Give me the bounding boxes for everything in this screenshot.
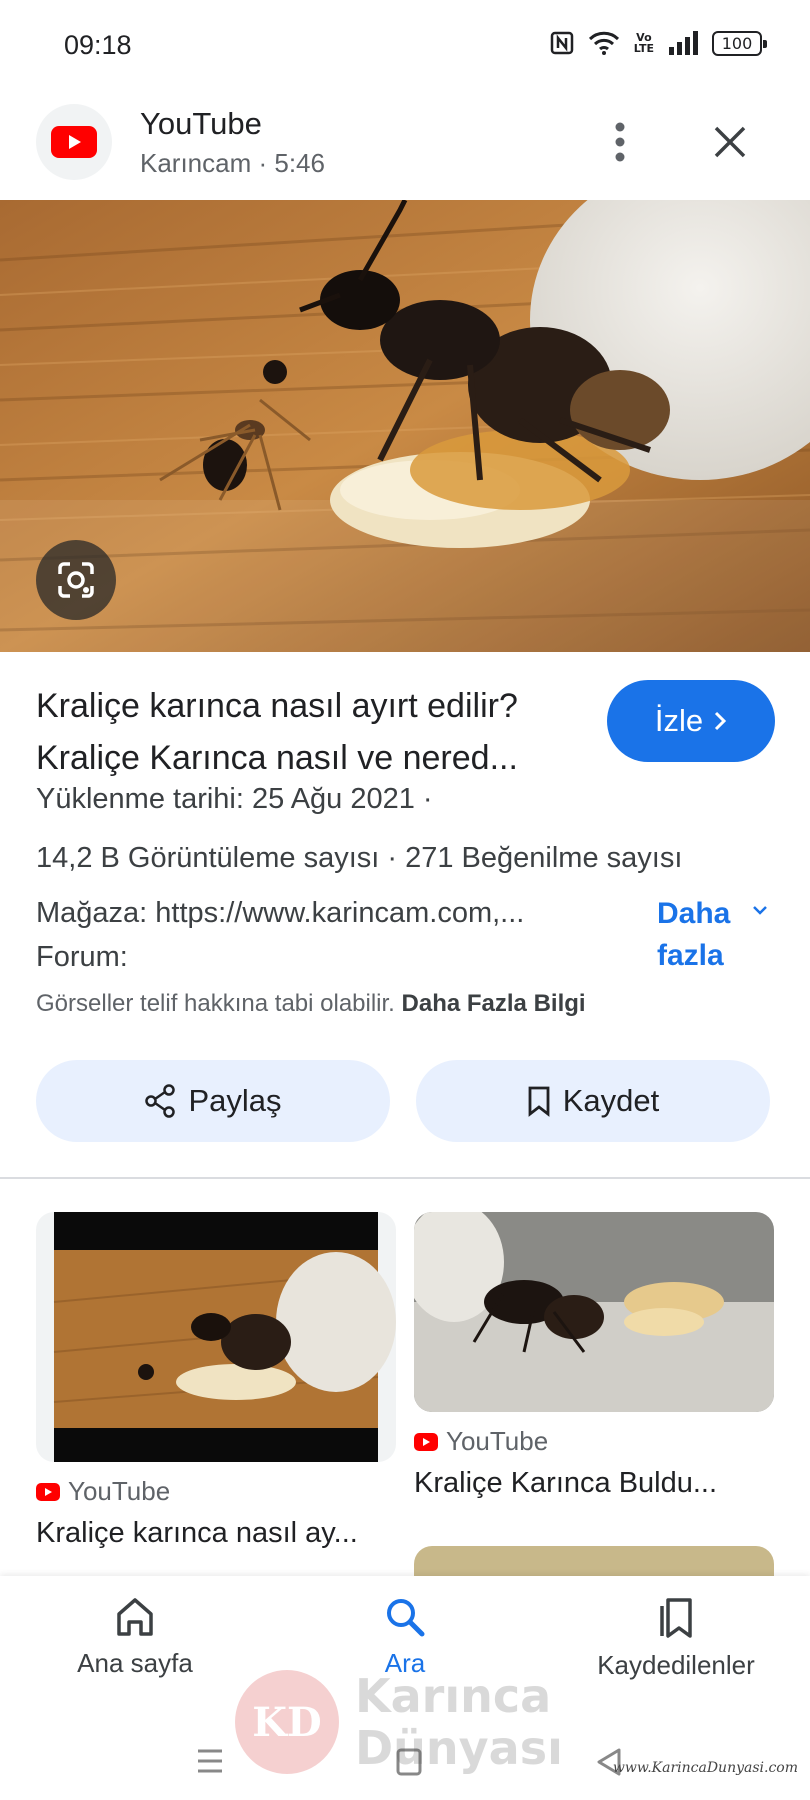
home-icon [117, 1598, 153, 1636]
chevron-down-icon[interactable] [752, 905, 768, 917]
preview-image[interactable] [0, 200, 810, 652]
show-more-button[interactable]: Daha fazla [657, 893, 747, 977]
share-label: Paylaş [188, 1083, 282, 1118]
more-vert-icon [615, 122, 625, 162]
related-source: YouTube [36, 1476, 396, 1507]
nfc-icon [550, 31, 574, 55]
close-button[interactable] [706, 118, 754, 166]
status-icons: Vo LTE 100 [550, 30, 767, 56]
nav-saved-label: Kaydedilenler [597, 1650, 755, 1680]
recents-icon[interactable] [196, 1748, 224, 1774]
share-icon [145, 1084, 176, 1118]
youtube-icon [414, 1432, 438, 1451]
copyright-notice: Görseller telif hakkına tabi olabilir. D… [36, 990, 586, 1018]
related-thumbnail[interactable] [36, 1212, 396, 1462]
chevron-right-icon [715, 711, 727, 731]
volte-icon: Vo LTE [634, 32, 654, 54]
watch-button[interactable]: İzle [607, 680, 775, 762]
battery-icon: 100 [712, 30, 767, 56]
learn-more-link[interactable]: Daha Fazla Bilgi [402, 990, 586, 1017]
more-options-button[interactable] [600, 112, 640, 172]
nav-search[interactable]: Ara [370, 1596, 440, 1679]
nav-home[interactable]: Ana sayfa [72, 1596, 198, 1679]
views-likes: 14,2 B Görüntüleme sayısı · 271 Beğenilm… [36, 842, 683, 874]
search-icon [387, 1599, 425, 1637]
store-link-text: Mağaza: https://www.karincam.com,... [36, 897, 525, 929]
result-header: YouTube Karıncam · 5:46 [0, 100, 810, 200]
video-title-line1: Kraliçe karınca nasıl ayırt edilir? [36, 687, 518, 725]
status-bar: 09:18 Vo LTE 100 [0, 0, 810, 92]
ant-thumbnail [53, 1212, 396, 1462]
signal-icon [669, 31, 698, 55]
upload-date: Yüklenme tarihi: 25 Ağu 2021 · [36, 783, 433, 815]
lens-icon [58, 562, 94, 598]
related-thumbnail[interactable] [414, 1212, 774, 1412]
share-button[interactable]: Paylaş [36, 1060, 390, 1142]
save-label: Kaydet [562, 1083, 660, 1118]
channel-duration: Karıncam · 5:46 [140, 148, 325, 178]
volte-line2: LTE [633, 42, 654, 55]
related-source-name: YouTube [68, 1476, 171, 1506]
related-title[interactable]: Kraliçe Karınca Buldu... [414, 1467, 774, 1500]
nav-saved[interactable]: Kaydedilenler [586, 1596, 766, 1681]
ant-photo [0, 200, 810, 652]
video-title[interactable]: Kraliçe karınca nasıl ayırt edilir? Kral… [36, 680, 576, 784]
youtube-icon [36, 1482, 60, 1501]
copyright-text: Görseller telif hakkına tabi olabilir. [36, 990, 395, 1017]
watermark-url: www.KarincaDunyasi.com [612, 1760, 798, 1776]
forum-text: Forum: [36, 941, 128, 973]
watch-label: İzle [654, 703, 704, 738]
youtube-logo [36, 104, 112, 180]
related-result[interactable]: YouTube Kraliçe karınca nasıl ay... [36, 1212, 396, 1550]
close-icon [714, 126, 746, 158]
section-divider [0, 1177, 810, 1179]
wifi-icon [588, 31, 619, 55]
home-button-icon[interactable] [396, 1748, 422, 1776]
video-title-line2: Kraliçe Karınca nasıl ve nered... [36, 739, 518, 777]
related-title[interactable]: Kraliçe karınca nasıl ay... [36, 1517, 396, 1550]
related-result[interactable]: YouTube Kraliçe Karınca Buldu... [414, 1212, 774, 1500]
related-source-name: YouTube [446, 1426, 549, 1456]
status-time: 09:18 [64, 30, 132, 60]
nav-search-label: Ara [384, 1648, 426, 1678]
source-title: YouTube [140, 106, 262, 141]
save-button[interactable]: Kaydet [416, 1060, 770, 1142]
google-lens-button[interactable] [36, 540, 116, 620]
youtube-icon [51, 126, 97, 158]
bookmark-icon [528, 1086, 550, 1117]
ant-thumbnail [414, 1212, 774, 1412]
nav-home-label: Ana sayfa [77, 1648, 193, 1678]
bottom-navigation: Ana sayfa Ara Kaydedilenler [0, 1576, 810, 1726]
related-source: YouTube [414, 1426, 774, 1457]
saved-icon [660, 1598, 692, 1638]
